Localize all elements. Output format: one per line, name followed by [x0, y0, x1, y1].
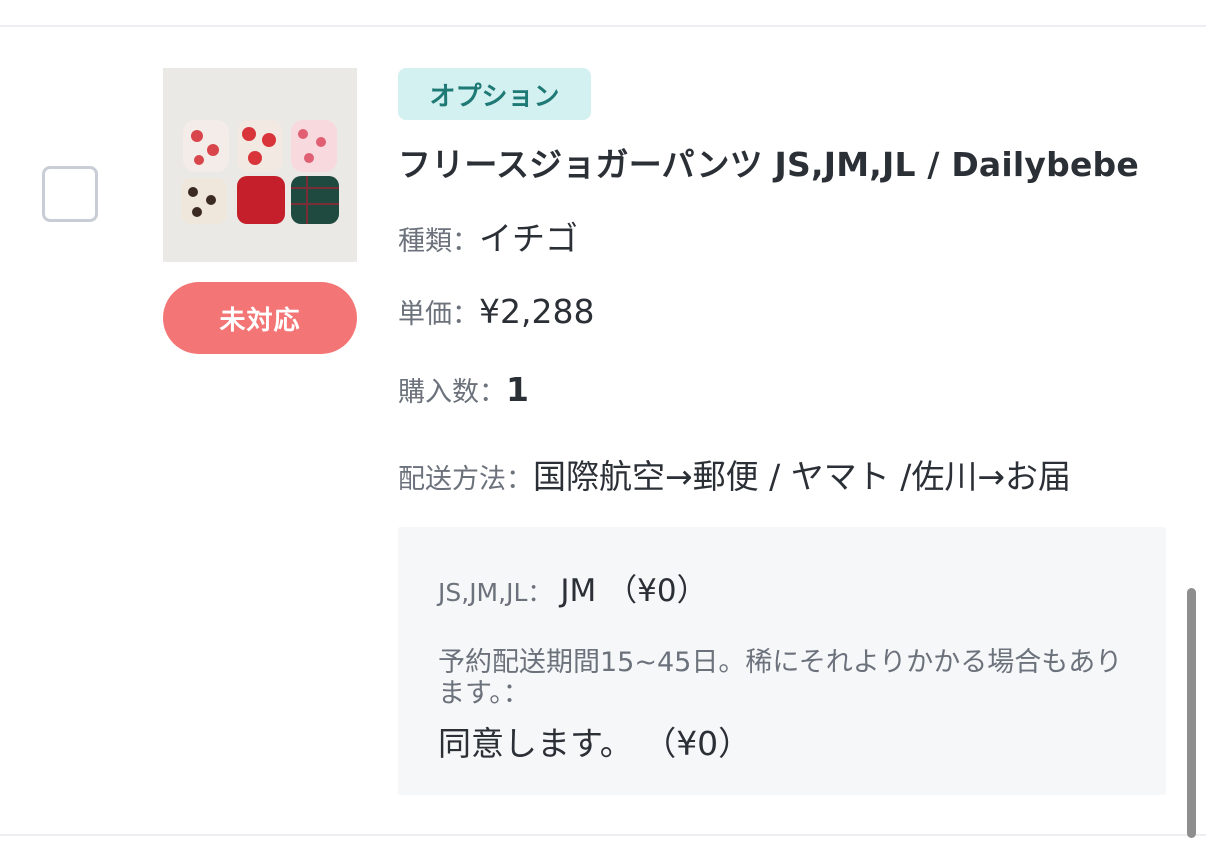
bottom-divider [0, 834, 1206, 836]
product-thumbnail[interactable] [163, 68, 357, 262]
select-item-checkbox[interactable] [42, 166, 98, 222]
option-details: JS,JM,JL： JM （¥0） 予約配送期間15~45日。稀にそれよりかかる場… [398, 527, 1166, 795]
option-tag: オプション [398, 68, 591, 120]
size-option-value: JM （¥0） [560, 573, 708, 609]
size-option: JS,JM,JL： JM （¥0） [438, 565, 708, 610]
shipping-value: 国際航空→郵便 / ヤマト /佐川→お届 [533, 457, 1072, 496]
quantity-value: 1 [506, 370, 529, 409]
quantity-label: 購入数： [398, 377, 506, 408]
status-badge: 未対応 [163, 282, 357, 354]
delivery-notice-label: 予約配送期間15~45日。稀にそれよりかかる場合もあります。： [438, 647, 1123, 709]
shipping-label: 配送方法： [398, 464, 533, 495]
product-image [163, 68, 357, 262]
shipping-row: 配送方法：国際航空→郵便 / ヤマト /佐川→お届 [398, 450, 1071, 498]
product-title[interactable]: フリースジョガーパンツ JS,JM,JL / Dailybebe [398, 138, 1188, 186]
variant-row: 種類：イチゴ [398, 212, 578, 260]
variant-label: 種類： [398, 226, 479, 257]
scrollbar[interactable] [1187, 588, 1196, 838]
quantity-row: 購入数：1 [398, 370, 529, 409]
unit-price-value: ¥2,288 [479, 292, 595, 331]
delivery-notice-value: 同意します。 （¥0） [438, 724, 752, 763]
unit-price-row: 単価：¥2,288 [398, 292, 594, 331]
top-divider [0, 25, 1206, 27]
size-option-label: JS,JM,JL： [438, 578, 553, 607]
variant-value: イチゴ [479, 219, 578, 258]
unit-price-label: 単価： [398, 299, 479, 330]
